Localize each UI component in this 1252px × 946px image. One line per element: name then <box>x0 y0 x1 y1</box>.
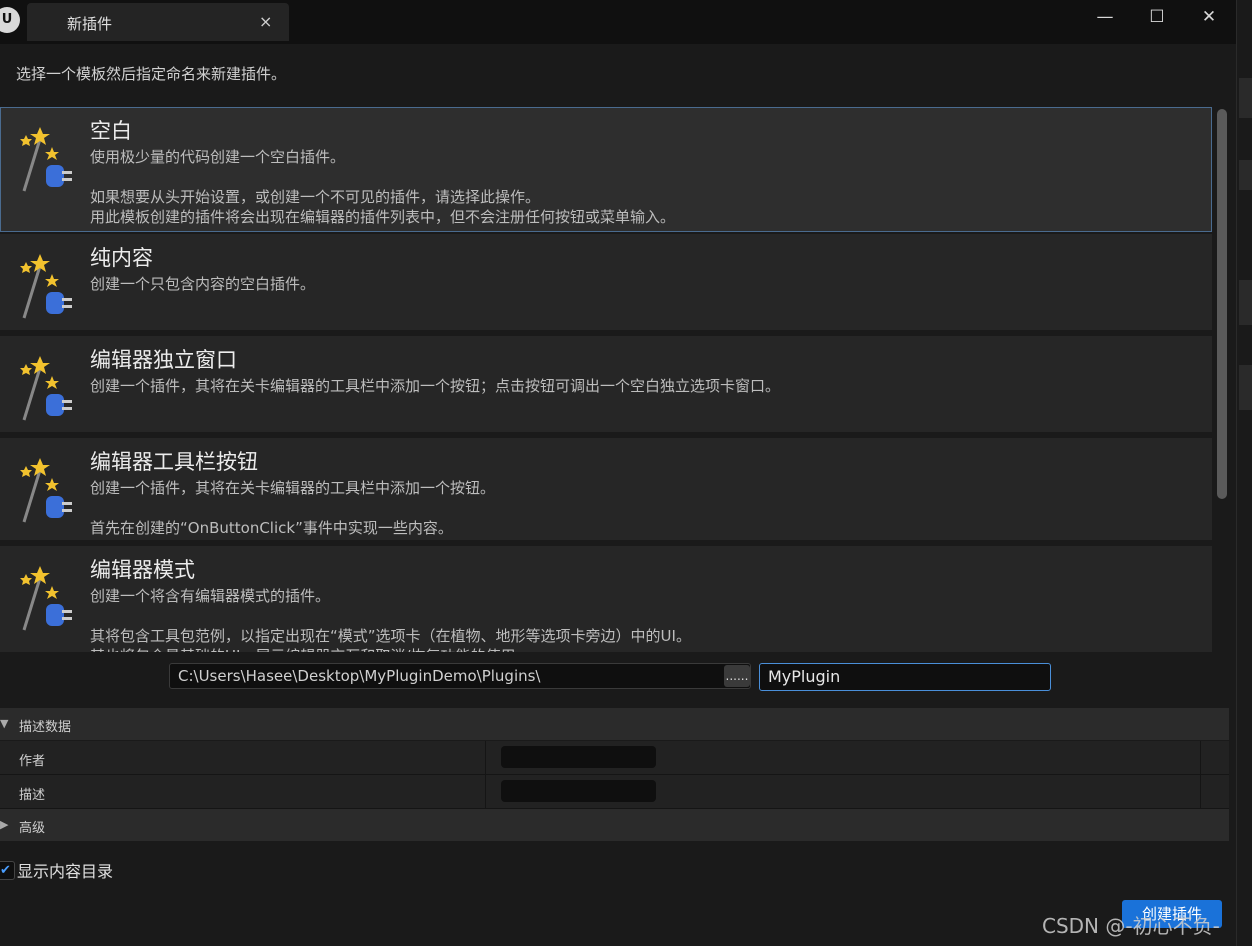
tab-new-plugin[interactable]: 新插件 × <box>27 3 289 41</box>
tab-title: 新插件 <box>67 15 113 33</box>
descriptor-section-header[interactable]: ▼ 描述数据 <box>0 708 1229 740</box>
plugin-wand-icon <box>20 127 72 192</box>
advanced-section-header[interactable]: ▶ 高级 <box>0 809 1229 841</box>
watermark-text: CSDN @-初心不负- <box>1042 914 1220 938</box>
plugin-wand-icon <box>20 356 72 421</box>
show-content-checkbox[interactable]: ✔ <box>0 861 15 880</box>
description-row: 描述 <box>0 775 1229 809</box>
tab-close-icon[interactable]: × <box>259 12 272 31</box>
template-name: 编辑器模式 <box>90 558 195 582</box>
template-description: 创建一个只包含内容的空白插件。 <box>90 275 316 293</box>
maximize-button[interactable]: ☐ <box>1137 4 1177 30</box>
template-item-blank[interactable]: 空白 使用极少量的代码创建一个空白插件。 如果想要从头开始设置，或创建一个不可见… <box>0 107 1212 232</box>
author-label: 作者 <box>19 754 46 769</box>
template-item-standalone-window[interactable]: 编辑器独立窗口 创建一个插件，其将在关卡编辑器的工具栏中添加一个按钮；点击按钮可… <box>0 336 1212 432</box>
section-label: 高级 <box>19 821 46 836</box>
author-row: 作者 <box>0 741 1229 775</box>
plugin-name-input[interactable]: MyPlugin <box>759 663 1051 691</box>
browse-path-button[interactable]: ...... <box>724 665 750 687</box>
background-window-strip <box>1236 0 1252 946</box>
show-content-label: 显示内容目录 <box>17 862 114 881</box>
template-description: 创建一个插件，其将在关卡编辑器的工具栏中添加一个按钮；点击按钮可调出一个空白独立… <box>90 377 781 395</box>
description-label: 描述 <box>19 788 46 803</box>
author-input[interactable] <box>501 746 656 768</box>
template-description: 使用极少量的代码创建一个空白插件。 如果想要从头开始设置，或创建一个不可见的插件… <box>90 148 676 226</box>
template-name: 编辑器工具栏按钮 <box>90 450 258 474</box>
collapsed-arrow-icon: ▶ <box>0 818 9 831</box>
plugin-path-input[interactable]: C:\Users\Hasee\Desktop\MyPluginDemo\Plug… <box>169 663 751 689</box>
template-item-toolbar-button[interactable]: 编辑器工具栏按钮 创建一个插件，其将在关卡编辑器的工具栏中添加一个按钮。 首先在… <box>0 438 1212 540</box>
description-input[interactable] <box>501 780 656 802</box>
intro-text: 选择一个模板然后指定命名来新建插件。 <box>16 65 287 83</box>
section-label: 描述数据 <box>19 720 72 735</box>
template-description: 创建一个将含有编辑器模式的插件。 其将包含工具包范例，以指定出现在“模式”选项卡… <box>90 587 691 652</box>
unreal-logo-icon: U <box>0 7 20 33</box>
plugin-wand-icon <box>20 458 72 523</box>
template-name: 空白 <box>90 119 132 143</box>
template-description: 创建一个插件，其将在关卡编辑器的工具栏中添加一个按钮。 首先在创建的“OnBut… <box>90 479 496 537</box>
title-bar: U 新插件 × — ☐ ✕ <box>0 0 1236 44</box>
template-list: 空白 使用极少量的代码创建一个空白插件。 如果想要从头开始设置，或创建一个不可见… <box>0 107 1212 652</box>
plugin-wand-icon <box>20 254 72 319</box>
expanded-arrow-icon: ▼ <box>0 717 9 730</box>
template-item-editor-mode[interactable]: 编辑器模式 创建一个将含有编辑器模式的插件。 其将包含工具包范例，以指定出现在“… <box>0 546 1212 652</box>
new-plugin-dialog: 选择一个模板然后指定命名来新建插件。 空白 使用极少量的代码创建一个空白插件。 … <box>0 44 1236 946</box>
template-item-content-only[interactable]: 纯内容 创建一个只包含内容的空白插件。 <box>0 234 1212 330</box>
plugin-wand-icon <box>20 566 72 631</box>
template-list-scrollbar[interactable] <box>1217 109 1227 499</box>
template-name: 纯内容 <box>90 246 153 270</box>
template-name: 编辑器独立窗口 <box>90 348 237 372</box>
close-window-button[interactable]: ✕ <box>1189 4 1229 30</box>
minimize-button[interactable]: — <box>1085 4 1125 30</box>
